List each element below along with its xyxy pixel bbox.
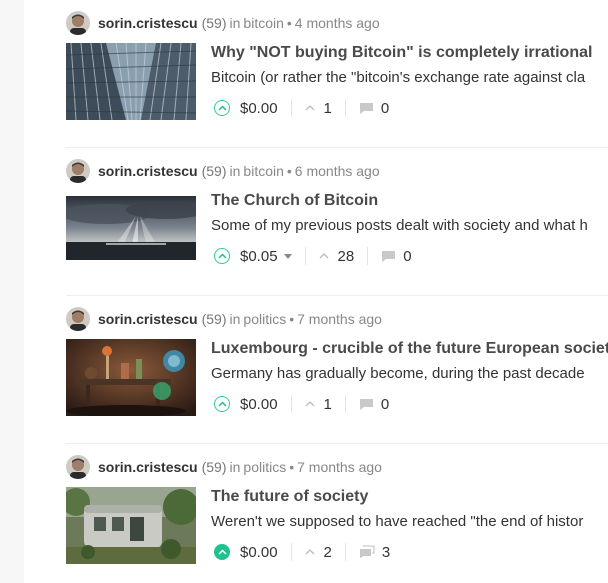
payout-amount: $0.05: [240, 247, 278, 265]
comments-count[interactable]: 0: [381, 396, 389, 413]
footer-divider: [290, 543, 292, 561]
footer-divider: [344, 99, 346, 117]
post-content: The future of society Weren't we suppose…: [211, 487, 608, 564]
post-title[interactable]: Why "NOT buying Bitcoin" is completely i…: [211, 43, 608, 63]
footer-divider: [344, 395, 346, 413]
post-author-line: sorin.cristescu (59) in politics • 7 mon…: [66, 455, 382, 479]
bullet-separator: •: [286, 15, 292, 31]
post-author-line: sorin.cristescu (59) in bitcoin • 6 mont…: [66, 159, 380, 183]
post-thumbnail[interactable]: [66, 487, 196, 564]
author-link[interactable]: sorin.cristescu: [98, 163, 198, 179]
post-timestamp[interactable]: 6 months ago: [295, 163, 380, 179]
payout-value[interactable]: $0.05: [240, 248, 292, 265]
payout-amount: $0.00: [240, 99, 278, 117]
votes-icon: [305, 549, 315, 555]
post-footer: $0.00 1 0: [211, 96, 608, 120]
post-thumbnail[interactable]: [66, 339, 196, 416]
post-feed: sorin.cristescu (59) in bitcoin • 4 mont…: [66, 0, 608, 583]
votes-icon: [319, 253, 329, 259]
comments-count[interactable]: 0: [403, 248, 411, 265]
post-timestamp[interactable]: 7 months ago: [297, 311, 382, 327]
post-item: sorin.cristescu (59) in bitcoin • 6 mont…: [66, 147, 608, 296]
post-thumbnail[interactable]: [66, 191, 196, 268]
upvote-button[interactable]: [214, 248, 230, 264]
votes-count[interactable]: 1: [324, 100, 332, 117]
community-link[interactable]: politics: [243, 459, 286, 475]
chevron-up-icon: [217, 253, 227, 259]
comments-count[interactable]: 0: [381, 100, 389, 117]
author-reputation: (59): [201, 15, 227, 31]
comment-icon[interactable]: [359, 102, 374, 115]
footer-divider: [290, 395, 292, 413]
in-label: in: [229, 311, 241, 327]
left-sidebar-strip: [0, 0, 24, 583]
post-excerpt[interactable]: Germany has gradually become, during the…: [211, 364, 608, 384]
avatar[interactable]: [66, 11, 90, 35]
votes-icon: [305, 105, 315, 111]
post-item: sorin.cristescu (59) in politics • 7 mon…: [66, 443, 608, 583]
chevron-up-icon: [217, 549, 227, 555]
community-link[interactable]: politics: [243, 311, 286, 327]
in-label: in: [229, 459, 241, 475]
author-link[interactable]: sorin.cristescu: [98, 311, 198, 327]
payout-value[interactable]: $0.00: [240, 100, 278, 117]
payout-dropdown-caret-icon[interactable]: [283, 253, 292, 259]
in-label: in: [229, 163, 241, 179]
upvote-button[interactable]: [214, 396, 230, 412]
post-title[interactable]: The Church of Bitcoin: [211, 191, 608, 211]
post-author-line: sorin.cristescu (59) in bitcoin • 4 mont…: [66, 11, 380, 35]
bullet-separator: •: [289, 311, 295, 327]
comments-count[interactable]: 3: [382, 544, 390, 561]
footer-divider: [290, 99, 292, 117]
votes-count[interactable]: 28: [338, 248, 355, 265]
post-content: Why "NOT buying Bitcoin" is completely i…: [211, 43, 608, 120]
post-author-line: sorin.cristescu (59) in politics • 7 mon…: [66, 307, 382, 331]
post-footer: $0.00 2 3: [211, 540, 608, 564]
footer-divider: [304, 247, 306, 265]
votes-count[interactable]: 1: [324, 396, 332, 413]
author-reputation: (59): [201, 163, 227, 179]
payout-amount: $0.00: [240, 395, 278, 413]
chevron-up-icon: [217, 105, 227, 111]
in-label: in: [229, 15, 241, 31]
post-thumbnail[interactable]: [66, 43, 196, 120]
comments-icon[interactable]: [359, 545, 375, 559]
footer-divider: [367, 247, 369, 265]
avatar[interactable]: [66, 307, 90, 331]
post-item: sorin.cristescu (59) in politics • 7 mon…: [66, 295, 608, 444]
payout-value[interactable]: $0.00: [240, 544, 278, 561]
community-link[interactable]: bitcoin: [243, 163, 283, 179]
post-timestamp[interactable]: 4 months ago: [295, 15, 380, 31]
author-reputation: (59): [201, 459, 227, 475]
author-link[interactable]: sorin.cristescu: [98, 459, 198, 475]
bullet-separator: •: [286, 163, 292, 179]
post-title[interactable]: The future of society: [211, 487, 608, 507]
author-reputation: (59): [201, 311, 227, 327]
post-title[interactable]: Luxembourg - crucible of the future Euro…: [211, 339, 608, 359]
post-excerpt[interactable]: Bitcoin (or rather the "bitcoin's exchan…: [211, 68, 608, 88]
post-excerpt[interactable]: Some of my previous posts dealt with soc…: [211, 216, 608, 236]
upvote-button[interactable]: [214, 544, 230, 560]
community-link[interactable]: bitcoin: [243, 15, 283, 31]
avatar[interactable]: [66, 159, 90, 183]
author-link[interactable]: sorin.cristescu: [98, 15, 198, 31]
votes-count[interactable]: 2: [324, 544, 332, 561]
post-content: Luxembourg - crucible of the future Euro…: [211, 339, 608, 416]
payout-value[interactable]: $0.00: [240, 396, 278, 413]
post-excerpt[interactable]: Weren't we supposed to have reached "the…: [211, 512, 608, 532]
comment-icon[interactable]: [381, 250, 396, 263]
payout-amount: $0.00: [240, 543, 278, 561]
footer-divider: [344, 543, 346, 561]
post-content: The Church of Bitcoin Some of my previou…: [211, 191, 608, 268]
post-item: sorin.cristescu (59) in bitcoin • 4 mont…: [66, 0, 608, 148]
post-footer: $0.05 28 0: [211, 244, 608, 268]
votes-icon: [305, 401, 315, 407]
post-footer: $0.00 1 0: [211, 392, 608, 416]
bullet-separator: •: [289, 459, 295, 475]
avatar[interactable]: [66, 455, 90, 479]
post-timestamp[interactable]: 7 months ago: [297, 459, 382, 475]
chevron-up-icon: [217, 401, 227, 407]
comment-icon[interactable]: [359, 398, 374, 411]
upvote-button[interactable]: [214, 100, 230, 116]
